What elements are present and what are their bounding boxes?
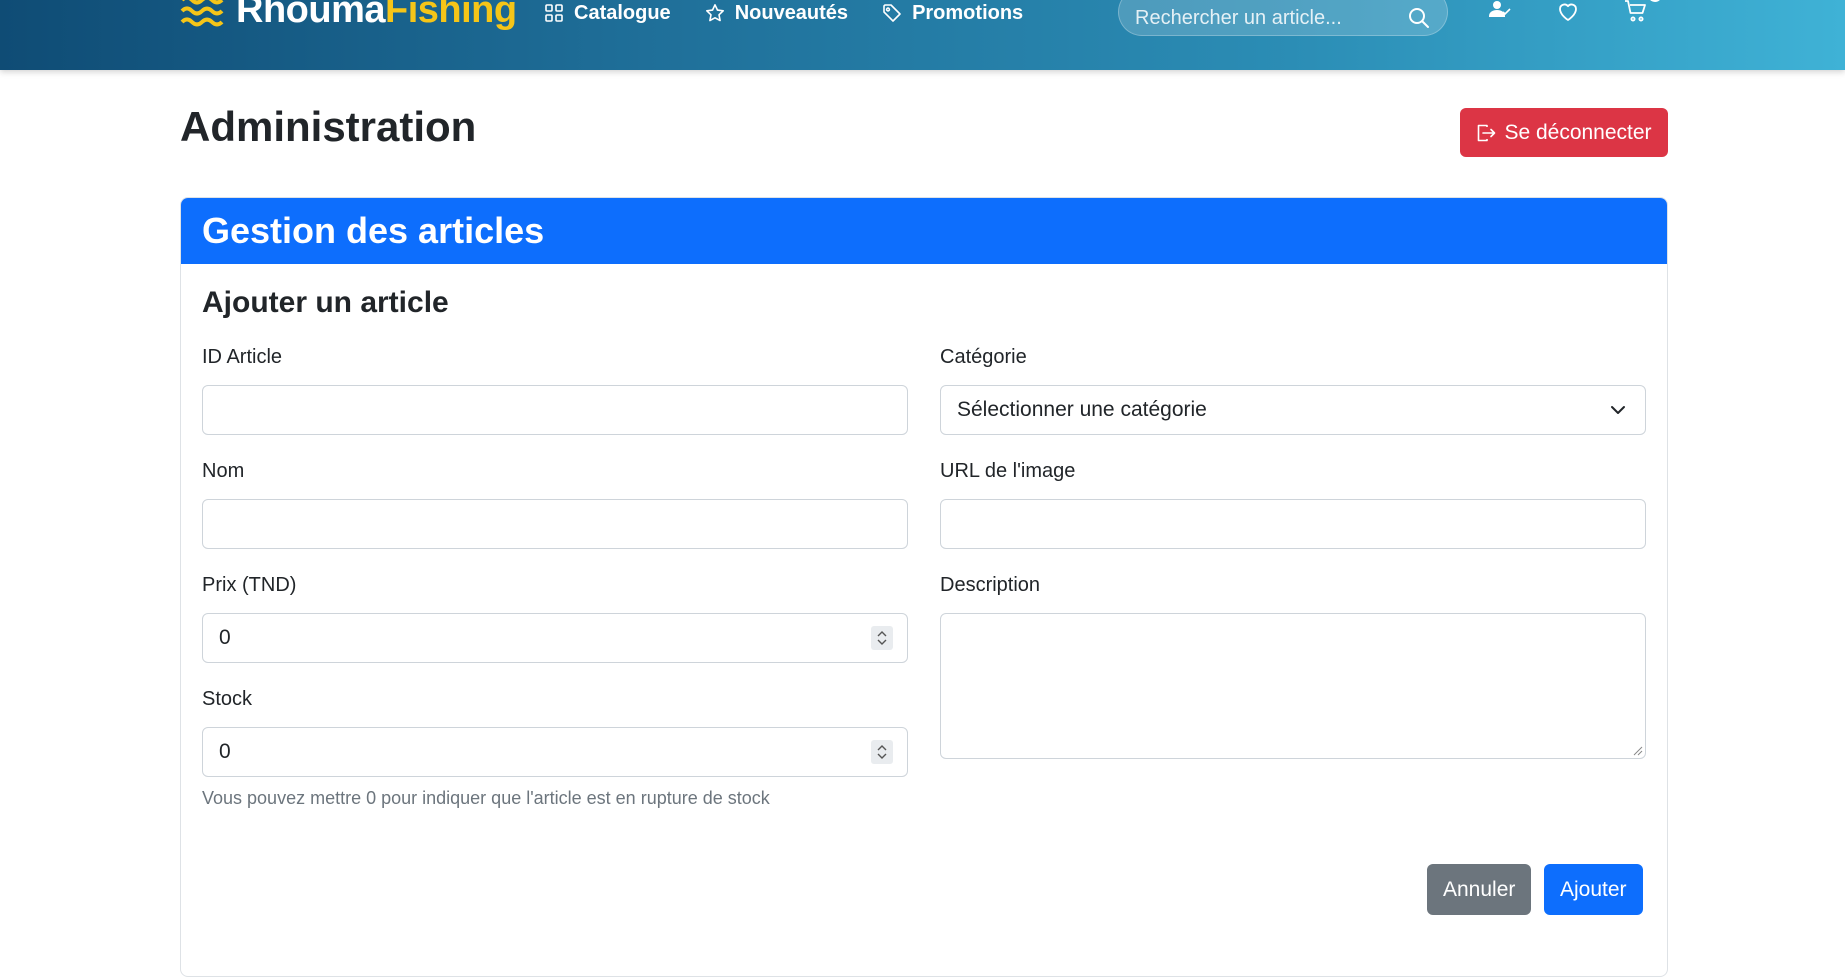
description-textarea[interactable] <box>940 613 1646 759</box>
category-selected-value: Sélectionner une catégorie <box>957 398 1207 421</box>
category-label: Catégorie <box>940 346 1027 368</box>
id-label: ID Article <box>202 346 283 368</box>
nav-actions <box>1488 0 1662 24</box>
main-nav: Catalogue Nouveautés Promotions <box>544 0 1023 26</box>
chevron-down-icon <box>1611 406 1625 414</box>
stock-help-text: Vous pouvez mettre 0 pour indiquer que l… <box>202 788 770 808</box>
name-input[interactable] <box>202 499 908 549</box>
brand-logo[interactable]: RhoumaFishing <box>180 0 517 30</box>
price-stepper[interactable] <box>871 626 893 650</box>
chevron-down-icon <box>877 753 887 759</box>
search-input[interactable] <box>1135 0 1407 30</box>
article-management-card: Gestion des articles Ajouter un article … <box>180 197 1668 977</box>
user-check-icon <box>1489 1 1511 17</box>
card-header: Gestion des articles <box>181 198 1667 264</box>
name-label: Nom <box>202 460 245 482</box>
stock-value: 0 <box>219 740 231 763</box>
nav-catalogue[interactable]: Catalogue <box>544 2 671 25</box>
stock-label: Stock <box>202 688 253 710</box>
top-navbar: RhoumaFishing Catalogue Nouveautés Promo… <box>0 0 1845 70</box>
heart-icon <box>1559 3 1577 21</box>
cancel-button[interactable]: Annuler <box>1427 864 1532 915</box>
price-input[interactable]: 0 <box>202 613 908 663</box>
logout-icon <box>1478 124 1496 141</box>
chevron-up-icon <box>877 631 887 637</box>
logout-label: Se déconnecter <box>1504 120 1652 144</box>
category-select[interactable]: Sélectionner une catégorie <box>940 385 1646 435</box>
search-bar <box>1118 0 1448 36</box>
nav-nouveautes-label: Nouveautés <box>734 1 849 24</box>
resize-grip-icon[interactable] <box>1631 744 1643 756</box>
stock-stepper[interactable] <box>871 740 893 764</box>
cart-button[interactable] <box>1624 0 1662 24</box>
brand-name-part2: Fishing <box>385 0 517 31</box>
chevron-down-icon <box>877 639 887 645</box>
star-icon <box>705 4 724 22</box>
nav-promotions[interactable]: Promotions <box>882 2 1023 25</box>
image-url-input[interactable] <box>940 499 1646 549</box>
price-label: Prix (TND) <box>202 574 297 596</box>
description-label: Description <box>940 574 1041 596</box>
chevron-up-icon <box>877 745 887 751</box>
search-icon[interactable] <box>1407 6 1431 30</box>
nav-nouveautes[interactable]: Nouveautés <box>705 2 848 25</box>
id-article-input[interactable] <box>202 385 908 435</box>
brand-name-part1: Rhouma <box>236 0 386 31</box>
nav-catalogue-label: Catalogue <box>574 1 671 24</box>
image-url-label: URL de l'image <box>940 460 1076 482</box>
page-title: Administration <box>180 103 477 150</box>
tag-icon <box>883 4 901 22</box>
brand-name: RhoumaFishing <box>236 0 517 30</box>
wishlist-button[interactable] <box>1556 0 1580 24</box>
nav-promotions-label: Promotions <box>912 1 1024 24</box>
account-button[interactable] <box>1488 0 1512 24</box>
price-value: 0 <box>219 626 231 649</box>
stock-input[interactable]: 0 <box>202 727 908 777</box>
card-body: Ajouter un article ID Article Nom Prix (… <box>181 264 1667 915</box>
logout-button[interactable]: Se déconnecter <box>1460 108 1668 157</box>
grid-icon <box>545 4 563 22</box>
waves-logo-icon <box>180 0 224 27</box>
section-title: Ajouter un article <box>202 286 449 319</box>
cart-icon <box>1625 0 1646 22</box>
cart-count-badge <box>1648 0 1662 2</box>
add-article-button[interactable]: Ajouter <box>1544 864 1643 915</box>
